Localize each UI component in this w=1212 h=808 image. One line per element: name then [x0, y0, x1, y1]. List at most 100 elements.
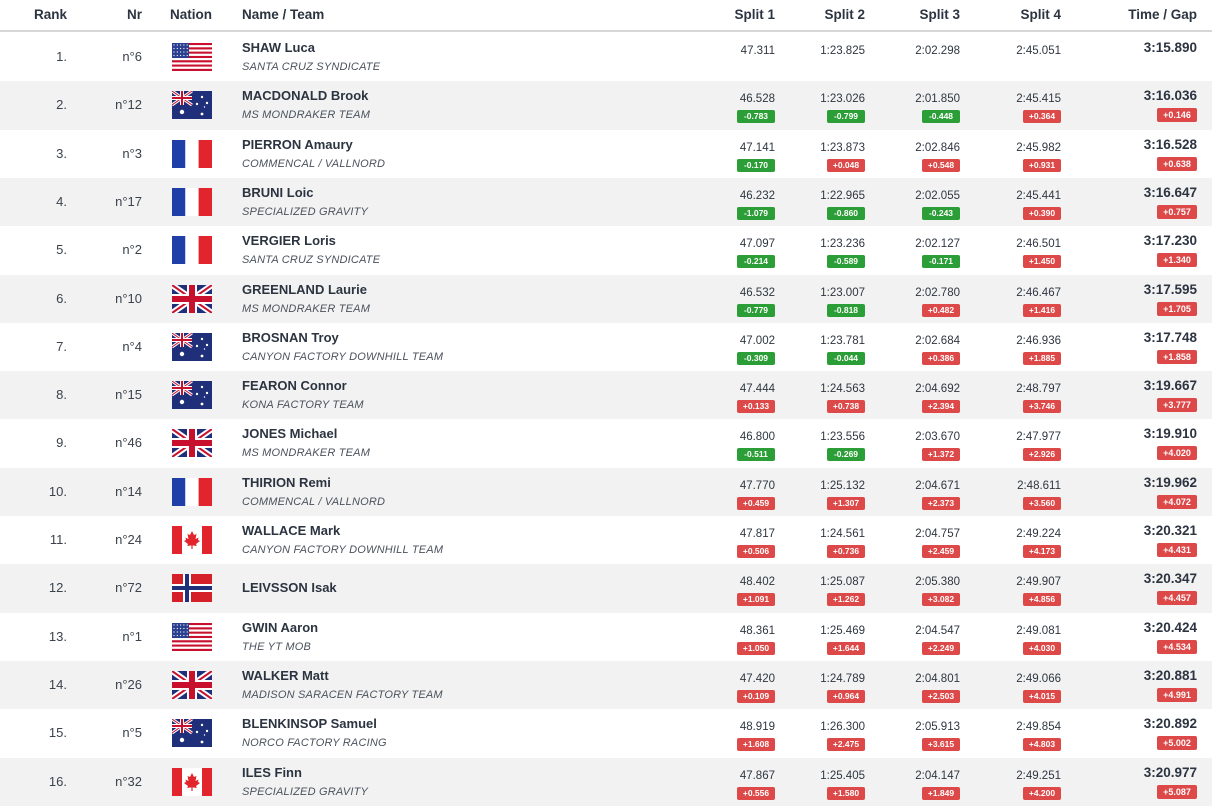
table-row[interactable]: 10. n°14 THIRION Remi COMMENCAL / VALLNO… — [0, 467, 1212, 516]
finish-cell: 3:19.962 +4.072 — [1077, 468, 1197, 516]
rank: 4. — [56, 193, 67, 209]
france-flag-icon — [172, 236, 212, 265]
split-4-cell: 2:49.854 +4.803 — [951, 709, 1061, 757]
gap-badge: +3.777 — [1157, 398, 1197, 413]
rider-name[interactable]: WALKER Matt — [242, 668, 329, 683]
finish-time: 3:16.647 — [1143, 184, 1197, 200]
rank: 7. — [56, 338, 67, 354]
rider-name[interactable]: MACDONALD Brook — [242, 88, 368, 103]
split-4-delta-badge: +4.173 — [1023, 545, 1061, 558]
header-split-2[interactable]: Split 2 — [824, 7, 865, 22]
split-3-cell: 2:02.055 -0.243 — [850, 178, 960, 226]
table-row[interactable]: 11. n°24 WALLACE Mark CANYON FACTORY DOW… — [0, 516, 1212, 565]
team-name: COMMENCAL / VALLNORD — [242, 157, 386, 170]
finish-cell: 3:20.321 +4.431 — [1077, 516, 1197, 564]
split-4-time: 2:45.415 — [1016, 93, 1061, 106]
finish-cell: 3:20.892 +5.002 — [1077, 709, 1197, 757]
split-2-cell: 1:22.965 -0.860 — [755, 178, 865, 226]
bib-number: n°1 — [122, 628, 142, 644]
table-row[interactable]: 14. n°26 WALKER Matt MADISON SARACEN FAC… — [0, 660, 1212, 710]
gap-badge: +1.705 — [1157, 301, 1197, 316]
rider-name[interactable]: PIERRON Amaury — [242, 137, 353, 152]
finish-time: 3:16.528 — [1143, 136, 1197, 152]
split-4-delta-badge: +3.560 — [1023, 496, 1061, 510]
rider-name[interactable]: JONES Michael — [242, 426, 337, 441]
split-4-time: 2:49.854 — [1016, 721, 1061, 734]
split-4-delta-badge: +4.015 — [1023, 689, 1061, 703]
rider-name[interactable]: WALLACE Mark — [242, 523, 340, 538]
header-nation[interactable]: Nation — [170, 7, 212, 22]
split-4-delta-badge: +1.450 — [1023, 255, 1061, 269]
bib-number: n°46 — [115, 435, 142, 451]
finish-cell: 3:20.347 +4.457 — [1077, 564, 1197, 612]
rider-name[interactable]: BROSNAN Troy — [242, 330, 339, 345]
finish-time: 3:20.892 — [1143, 716, 1197, 732]
team-name: COMMENCAL / VALLNORD — [242, 495, 386, 508]
australia-flag-icon — [172, 91, 212, 120]
split-3-cell: 2:04.801 +2.503 — [850, 661, 960, 709]
table-row[interactable]: 12. n°72 LEIVSSON Isak 48.402 +1.091 1:2… — [0, 564, 1212, 613]
split-3-cell: 2:04.147 +1.849 — [850, 758, 960, 806]
split-2-cell: 1:25.087 +1.262 — [755, 564, 865, 612]
usa-flag-icon — [172, 622, 212, 651]
table-row[interactable]: 6. n°10 GREENLAND Laurie MS MONDRAKER TE… — [0, 274, 1212, 323]
split-2-cell: 1:24.561 +0.736 — [755, 516, 865, 564]
team-name: MADISON SARACEN FACTORY TEAM — [242, 688, 443, 701]
rank: 1. — [56, 49, 67, 64]
rank: 8. — [56, 387, 67, 403]
header-split-1[interactable]: Split 1 — [734, 7, 775, 22]
rider-name[interactable]: SHAW Luca — [242, 40, 315, 55]
split-4-time: 2:49.224 — [1016, 528, 1061, 540]
split-4-cell: 2:45.415 +0.364 — [951, 81, 1061, 129]
rank: 10. — [48, 483, 67, 499]
split-3-cell: 2:04.547 +2.249 — [850, 613, 960, 661]
table-row[interactable]: 16. n°32 ILES Finn SPECIALIZED GRAVITY 4… — [0, 757, 1212, 806]
rider-name[interactable]: BRUNI Loic — [242, 185, 314, 200]
split-4-delta-badge: +1.416 — [1023, 303, 1061, 317]
table-row[interactable]: 3. n°3 PIERRON Amaury COMMENCAL / VALLNO… — [0, 129, 1212, 178]
team-name: CANYON FACTORY DOWNHILL TEAM — [242, 544, 444, 556]
split-3-cell: 2:03.670 +1.372 — [850, 419, 960, 467]
rider-name[interactable]: VERGIER Loris — [242, 233, 336, 248]
finish-time: 3:20.424 — [1143, 619, 1197, 635]
split-4-time: 2:45.982 — [1016, 141, 1061, 154]
gap-badge: +4.020 — [1157, 446, 1197, 461]
table-row[interactable]: 2. n°12 MACDONALD Brook MS MONDRAKER TEA… — [0, 81, 1212, 130]
finish-cell: 3:16.036 +0.146 — [1077, 81, 1197, 129]
header-rank[interactable]: Rank — [34, 7, 67, 22]
table-row[interactable]: 5. n°2 VERGIER Loris SANTA CRUZ SYNDICAT… — [0, 226, 1212, 275]
rider-name[interactable]: GWIN Aaron — [242, 620, 318, 635]
table-row[interactable]: 15. n°5 BLENKINSOP Samuel NORCO FACTORY … — [0, 709, 1212, 758]
header-split-3[interactable]: Split 3 — [919, 7, 960, 22]
table-row[interactable]: 4. n°17 BRUNI Loic SPECIALIZED GRAVITY 4… — [0, 177, 1212, 227]
team-name: MS MONDRAKER TEAM — [242, 447, 371, 460]
header-name-team[interactable]: Name / Team — [242, 7, 324, 22]
rider-name[interactable]: GREENLAND Laurie — [242, 282, 367, 297]
table-row[interactable]: 7. n°4 BROSNAN Troy CANYON FACTORY DOWNH… — [0, 322, 1212, 372]
table-row[interactable]: 13. n°1 GWIN Aaron THE YT MOB 48.361 +1.… — [0, 612, 1212, 661]
split-2-cell: 1:25.405 +1.580 — [755, 758, 865, 806]
split-2-cell: 1:23.873 +0.048 — [755, 130, 865, 178]
table-row[interactable]: 9. n°46 JONES Michael MS MONDRAKER TEAM … — [0, 419, 1212, 468]
header-split-4[interactable]: Split 4 — [1020, 7, 1061, 22]
rider-name[interactable]: ILES Finn — [242, 765, 302, 780]
split-2-cell: 1:23.556 -0.269 — [755, 419, 865, 467]
finish-cell: 3:17.595 +1.705 — [1077, 275, 1197, 323]
table-row[interactable]: 8. n°15 FEARON Connor KONA FACTORY TEAM … — [0, 371, 1212, 420]
rider-name[interactable]: THIRION Remi — [242, 475, 331, 490]
table-row[interactable]: 1. n°6 SHAW Luca SANTA CRUZ SYNDICATE 47… — [0, 33, 1212, 82]
finish-cell: 3:16.647 +0.757 — [1077, 178, 1197, 226]
header-time-gap[interactable]: Time / Gap — [1128, 7, 1197, 22]
rider-name[interactable]: FEARON Connor — [242, 378, 347, 393]
rider-name[interactable]: BLENKINSOP Samuel — [242, 716, 377, 731]
split-4-cell: 2:45.051 — [951, 33, 1061, 81]
france-flag-icon — [172, 187, 212, 216]
rider-name[interactable]: LEIVSSON Isak — [242, 580, 337, 595]
rank: 11. — [49, 532, 67, 547]
gap-badge: +5.002 — [1157, 736, 1197, 751]
finish-cell: 3:15.890 — [1077, 33, 1197, 81]
australia-flag-icon — [172, 332, 212, 361]
header-nr[interactable]: Nr — [127, 7, 142, 22]
split-3-cell: 2:05.913 +3.615 — [850, 709, 960, 757]
finish-time: 3:20.881 — [1143, 667, 1197, 683]
